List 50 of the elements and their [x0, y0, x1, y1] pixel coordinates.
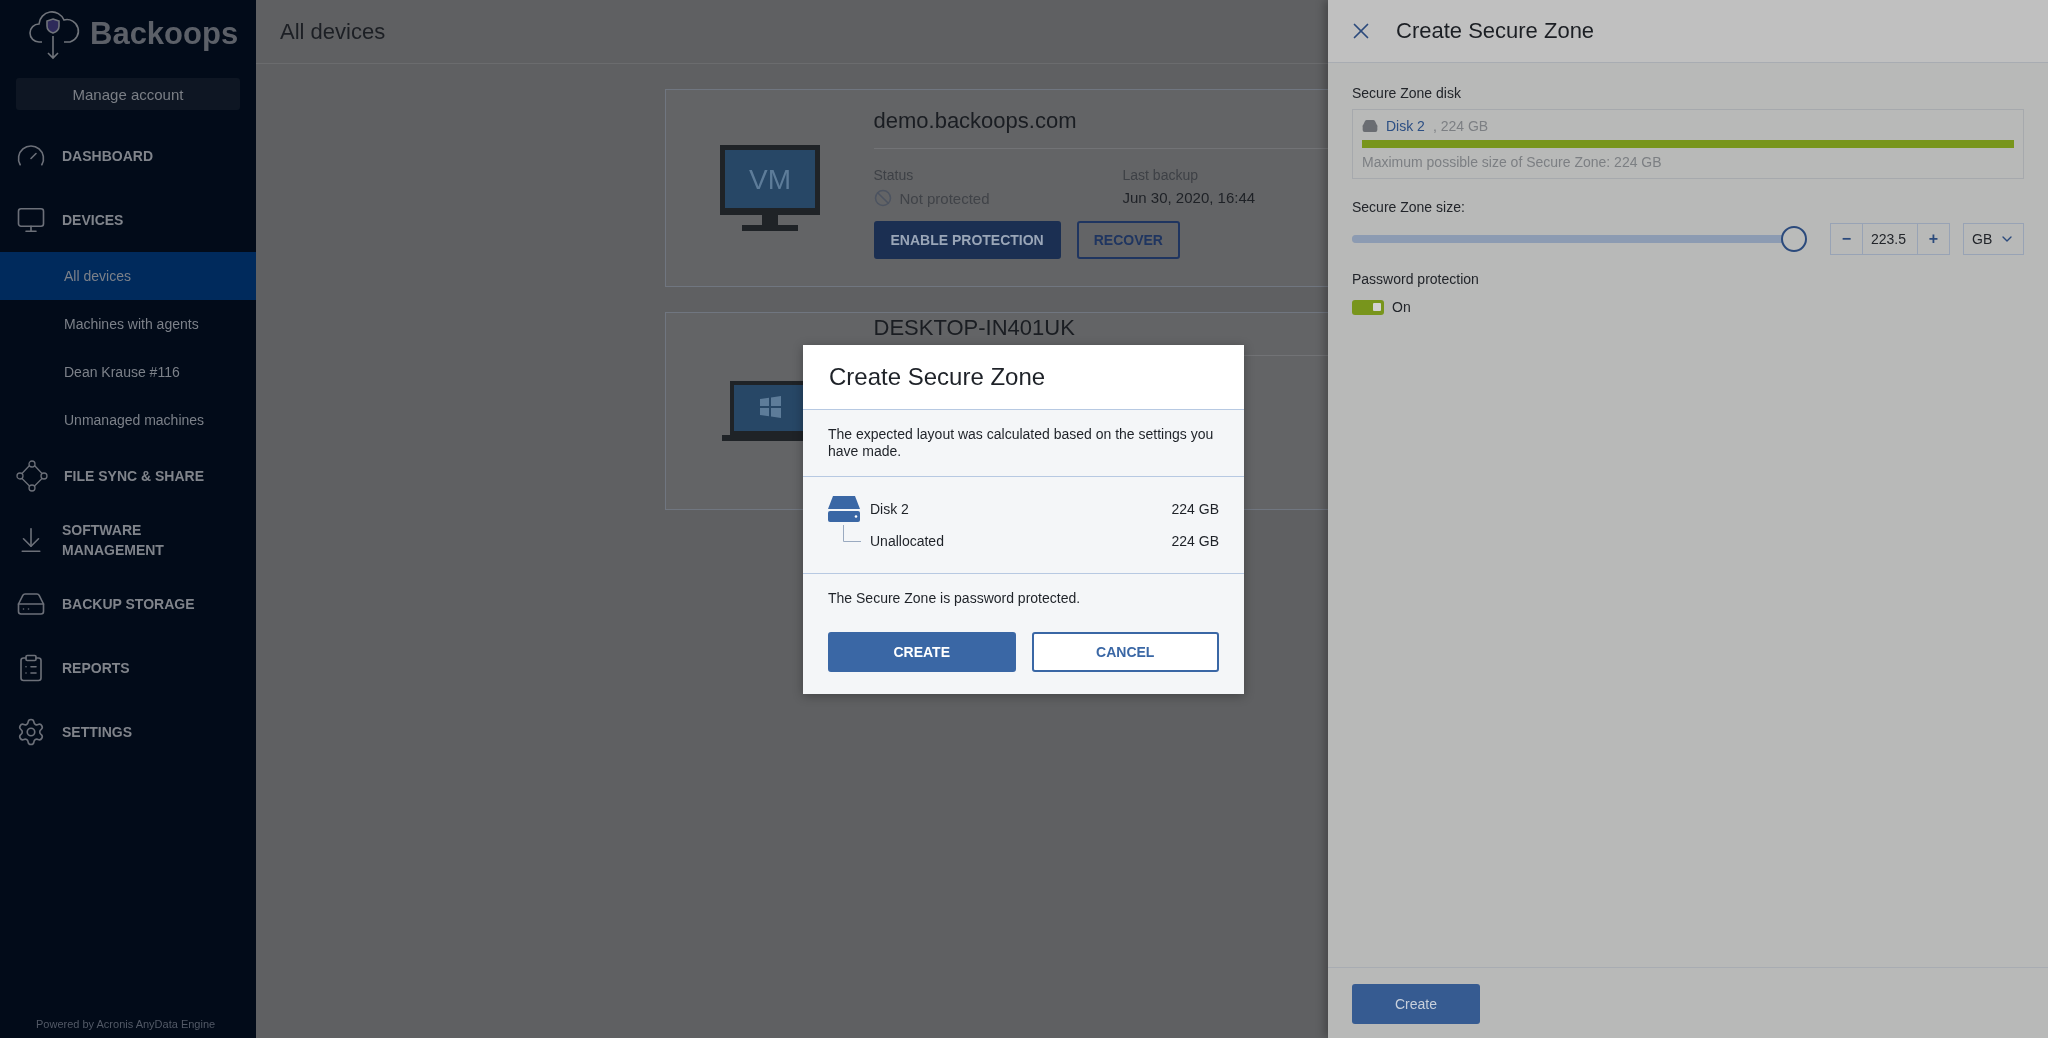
- prohibited-icon: [873, 189, 892, 207]
- tree-connector: [843, 525, 861, 545]
- slider-thumb[interactable]: [1781, 226, 1808, 252]
- create-button[interactable]: CREATE: [828, 632, 1016, 672]
- nav-subitem[interactable]: Machines with agents: [0, 300, 256, 348]
- decrement-button[interactable]: −: [1831, 224, 1862, 254]
- disk-selector[interactable]: Disk 2 , 224 GB Maximum possible size of Secure Zone: 224 GB: [1352, 109, 2024, 179]
- nav-item[interactable]: BACKUP STORAGE: [0, 572, 256, 636]
- hard-drive-icon: [1362, 118, 1378, 134]
- nodes-icon: [16, 460, 48, 492]
- nav-subitem[interactable]: Dean Krause #116: [0, 348, 256, 396]
- nav-item[interactable]: SETTINGS: [0, 700, 256, 764]
- size-stepper[interactable]: − 223.5 +: [1830, 223, 1950, 255]
- password-label: Password protection: [1352, 271, 1480, 287]
- cancel-button[interactable]: CANCEL: [1031, 632, 1219, 672]
- size-input[interactable]: 223.5: [1862, 224, 1918, 254]
- disk-size: , 224 GB: [1432, 118, 1489, 134]
- panel-title: Create Secure Zone: [1396, 18, 1595, 44]
- disk-icon: [828, 496, 860, 522]
- dialog-message: The expected layout was calculated based on the settings you have made.: [828, 426, 1215, 460]
- nav-item[interactable]: SOFTWARE MANAGEMENT: [0, 508, 256, 572]
- settings-icon: [16, 717, 46, 747]
- nav-item[interactable]: DASHBOARD: [0, 124, 256, 188]
- max-size-text: Maximum possible size of Secure Zone: 224 GB: [1362, 154, 1663, 170]
- nav-subitem[interactable]: Unmanaged machines: [0, 396, 256, 444]
- disk-label: Secure Zone disk: [1352, 85, 1462, 101]
- increment-button[interactable]: +: [1918, 224, 1949, 254]
- disk-link[interactable]: Disk 2: [1386, 118, 1425, 134]
- nav-item[interactable]: REPORTS: [0, 636, 256, 700]
- dialog-note: The Secure Zone is password protected.: [828, 590, 1082, 607]
- manage-account-button[interactable]: Manage account: [16, 78, 240, 110]
- disk-size: 224 GB: [1171, 501, 1219, 517]
- nav-subitem[interactable]: All devices: [0, 252, 256, 300]
- logo-text: Backoops: [90, 16, 239, 52]
- last-backup-value: Jun 30, 2020, 16:44: [1122, 189, 1257, 206]
- unit-dropdown[interactable]: GB: [1963, 223, 2024, 255]
- disk-name: Disk 2: [870, 501, 910, 517]
- create-button[interactable]: Create: [1352, 984, 1480, 1024]
- password-toggle[interactable]: [1352, 299, 1384, 315]
- enable-protection-button[interactable]: ENABLE PROTECTION: [873, 221, 1061, 259]
- dialog-title: Create Secure Zone: [829, 363, 1046, 390]
- monitor-icon: [16, 205, 46, 235]
- toggle-label: On: [1392, 299, 1411, 315]
- page-title: All devices: [280, 18, 386, 45]
- powered-by-text: Powered by Acronis AnyData Engine: [35, 1018, 217, 1032]
- partition-name: Unallocated: [870, 533, 945, 549]
- nav-item[interactable]: FILE SYNC & SHARE: [0, 444, 256, 508]
- nav-item[interactable]: DEVICES: [0, 188, 256, 252]
- partition-size: 224 GB: [1171, 533, 1219, 549]
- size-label: Secure Zone size:: [1352, 199, 1466, 215]
